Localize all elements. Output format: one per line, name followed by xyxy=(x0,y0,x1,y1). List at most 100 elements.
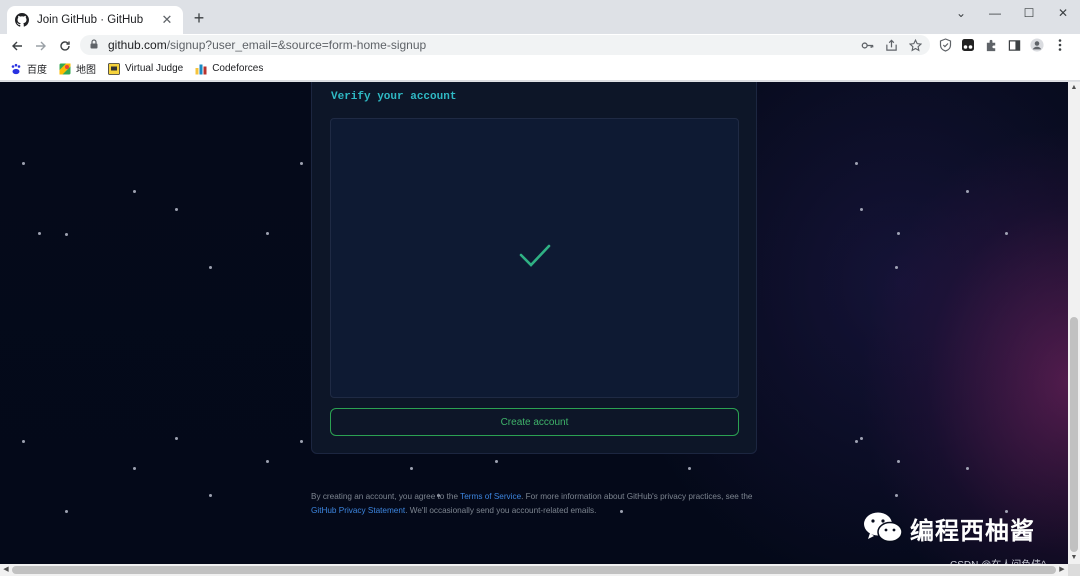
scroll-up-icon[interactable]: ▲ xyxy=(1068,82,1080,94)
csdn-watermark: CSDN @在人间负债^ xyxy=(950,556,1046,564)
forward-arrow-icon xyxy=(36,41,46,50)
bookmarks-bar: 百度 地图 Virtual Judge Codeforces xyxy=(0,57,1080,81)
vjudge-icon xyxy=(108,62,120,75)
password-key-icon[interactable] xyxy=(860,38,874,52)
star-dot xyxy=(966,467,969,470)
star-dot xyxy=(175,437,178,440)
star-dot xyxy=(300,162,303,165)
star-dot xyxy=(688,467,691,470)
page-viewport: Verify your account Create account By cr… xyxy=(0,82,1068,564)
star-dot xyxy=(410,467,413,470)
watermark-text: 编程西柚酱 xyxy=(910,516,1035,545)
star-dot xyxy=(895,266,898,269)
horizontal-scroll-thumb[interactable] xyxy=(12,566,1056,574)
star-dot xyxy=(300,440,303,443)
star-dot xyxy=(266,232,269,235)
vertical-scroll-thumb[interactable] xyxy=(1070,317,1078,552)
tab-github-signup[interactable]: Join GitHub · GitHub ✕ xyxy=(7,6,183,34)
browser-toolbar: github.com/signup?user_email=&source=for… xyxy=(0,34,1080,57)
url-path: /signup?user_email=&source=form-home-sig… xyxy=(166,38,427,52)
star-dot xyxy=(966,190,969,193)
bookmark-maps[interactable]: 地图 xyxy=(59,61,96,76)
profile-avatar-icon[interactable] xyxy=(1030,37,1044,53)
forward-button[interactable] xyxy=(29,35,53,57)
browser-menu-icon[interactable] xyxy=(1053,37,1067,53)
star-dot xyxy=(22,440,25,443)
legal-part-2: . For more information about GitHub's pr… xyxy=(521,492,753,501)
star-dot xyxy=(65,233,68,236)
maps-icon xyxy=(59,63,71,75)
star-dot xyxy=(175,208,178,211)
star-dot xyxy=(897,232,900,235)
star-dot xyxy=(855,440,858,443)
horizontal-scrollbar[interactable]: ◀ ▶ xyxy=(0,564,1068,576)
star-dot xyxy=(895,494,898,497)
reload-button[interactable] xyxy=(53,35,77,57)
captcha-frame[interactable] xyxy=(330,118,739,398)
bookmark-star-icon[interactable] xyxy=(908,38,922,52)
star-dot xyxy=(22,162,25,165)
tab-strip: Join GitHub · GitHub ✕ + ⌄ — ☐ ✕ xyxy=(0,0,1080,34)
bookmark-label: Virtual Judge xyxy=(125,63,184,74)
scroll-left-icon[interactable]: ◀ xyxy=(0,564,12,576)
url-text: github.com/signup?user_email=&source=for… xyxy=(108,38,860,52)
terms-of-service-link[interactable]: Terms of Service xyxy=(460,492,521,501)
star-dot xyxy=(855,162,858,165)
bookmark-label: 地图 xyxy=(76,65,96,76)
star-dot xyxy=(133,190,136,193)
legal-part-3: . We'll occasionally send you account-re… xyxy=(405,506,597,515)
side-panel-icon[interactable] xyxy=(1007,37,1021,53)
back-button[interactable] xyxy=(5,35,29,57)
shield-extension-icon[interactable] xyxy=(938,37,952,53)
star-dot xyxy=(860,437,863,440)
minimize-button[interactable]: — xyxy=(978,0,1012,26)
back-arrow-icon xyxy=(12,41,22,50)
share-icon[interactable] xyxy=(884,38,898,52)
privacy-statement-link[interactable]: GitHub Privacy Statement xyxy=(311,506,405,515)
signup-card: Verify your account Create account xyxy=(311,82,757,454)
star-dot xyxy=(860,208,863,211)
extension-icons xyxy=(938,37,1067,53)
bookmark-baidu[interactable]: 百度 xyxy=(10,61,47,76)
reload-icon xyxy=(60,40,70,51)
star-dot xyxy=(38,232,41,235)
bookmark-label: 百度 xyxy=(27,65,47,76)
extensions-puzzle-icon[interactable] xyxy=(984,37,998,53)
codeforces-icon xyxy=(195,63,207,75)
bookmark-label: Codeforces xyxy=(212,63,264,74)
tab-title: Join GitHub · GitHub xyxy=(37,14,144,26)
window-controls: ⌄ — ☐ ✕ xyxy=(944,0,1080,26)
scroll-down-icon[interactable]: ▼ xyxy=(1068,552,1080,564)
star-dot xyxy=(133,467,136,470)
star-dot xyxy=(495,460,498,463)
bookmark-codeforces[interactable]: Codeforces xyxy=(195,63,263,75)
star-dot xyxy=(209,266,212,269)
create-account-button[interactable]: Create account xyxy=(330,408,739,436)
verify-title: Verify your account xyxy=(331,91,457,103)
star-dot xyxy=(1005,232,1008,235)
legal-part-1: By creating an account, you agree to the xyxy=(311,492,461,501)
baidu-icon xyxy=(10,63,22,75)
wechat-watermark: 编程西柚酱 xyxy=(862,510,1035,546)
scroll-right-icon[interactable]: ▶ xyxy=(1056,564,1068,576)
tampermonkey-extension-icon[interactable] xyxy=(961,37,975,53)
url-host: github.com xyxy=(108,38,167,52)
tab-search-chevron-icon[interactable]: ⌄ xyxy=(944,0,978,26)
star-dot xyxy=(65,510,68,513)
bookmark-virtual-judge[interactable]: Virtual Judge xyxy=(108,62,184,75)
star-dot xyxy=(209,494,212,497)
wechat-icon xyxy=(864,512,903,543)
lock-icon[interactable] xyxy=(88,38,102,52)
github-icon xyxy=(15,13,29,27)
address-bar[interactable]: github.com/signup?user_email=&source=for… xyxy=(80,35,930,55)
vertical-scrollbar[interactable]: ▲ ▼ xyxy=(1068,82,1080,564)
star-dot xyxy=(266,460,269,463)
checkmark-icon xyxy=(519,244,551,267)
legal-text: By creating an account, you agree to the… xyxy=(311,490,761,518)
maximize-button[interactable]: ☐ xyxy=(1012,0,1046,26)
close-window-button[interactable]: ✕ xyxy=(1046,0,1080,26)
new-tab-button[interactable]: + xyxy=(190,8,208,28)
tab-close-icon[interactable]: ✕ xyxy=(159,12,175,28)
scrollbar-corner xyxy=(1068,564,1080,576)
star-dot xyxy=(897,460,900,463)
